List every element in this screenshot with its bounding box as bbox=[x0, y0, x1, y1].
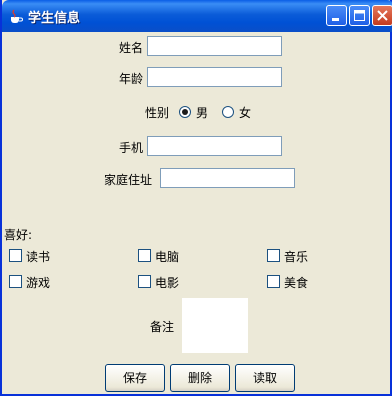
age-label: 年龄 bbox=[119, 72, 144, 86]
minimize-icon bbox=[332, 18, 339, 21]
radio-selected-dot bbox=[182, 109, 188, 115]
address-field[interactable] bbox=[160, 168, 295, 188]
java-cup-icon bbox=[11, 9, 23, 23]
hobby-checkbox-food[interactable] bbox=[267, 275, 280, 288]
gender-female-label[interactable]: 女 bbox=[239, 104, 251, 121]
age-field[interactable] bbox=[147, 67, 282, 87]
hobby-checkbox-games[interactable] bbox=[9, 275, 22, 288]
address-label: 家庭住址 bbox=[104, 173, 153, 187]
form-panel: 姓名 年龄 性别 男 女 手机 家庭住址 喜好: 读书 电脑 音乐 游戏 电影 … bbox=[4, 32, 392, 394]
gender-male-radio[interactable] bbox=[179, 106, 191, 118]
close-icon bbox=[377, 10, 388, 21]
save-button[interactable]: 保存 bbox=[105, 364, 165, 392]
phone-label: 手机 bbox=[119, 141, 144, 155]
read-button[interactable]: 读取 bbox=[235, 364, 295, 392]
student-info-window: 学生信息 姓名 年龄 性别 男 女 手机 家庭住址 喜好: 读书 电脑 音乐 游… bbox=[0, 0, 392, 396]
phone-field[interactable] bbox=[147, 136, 282, 156]
notes-textarea[interactable] bbox=[182, 298, 248, 353]
gender-label: 性别 bbox=[145, 106, 170, 120]
hobbies-label: 喜好: bbox=[4, 228, 33, 242]
hobby-checkbox-reading[interactable] bbox=[9, 249, 22, 262]
notes-label: 备注 bbox=[150, 320, 175, 334]
hobby-checkbox-music[interactable] bbox=[267, 249, 280, 262]
hobby-label-computer[interactable]: 电脑 bbox=[155, 248, 179, 265]
hobby-checkbox-computer[interactable] bbox=[138, 249, 151, 262]
close-button[interactable] bbox=[372, 5, 392, 26]
minimize-button[interactable] bbox=[326, 5, 347, 26]
hobby-checkbox-movies[interactable] bbox=[138, 275, 151, 288]
window-title: 学生信息 bbox=[28, 11, 81, 26]
gender-male-label[interactable]: 男 bbox=[196, 104, 208, 121]
title-bar[interactable]: 学生信息 bbox=[2, 0, 392, 32]
maximize-button[interactable] bbox=[349, 5, 370, 26]
name-field[interactable] bbox=[147, 36, 282, 56]
hobby-label-reading[interactable]: 读书 bbox=[26, 248, 50, 265]
hobby-label-food[interactable]: 美食 bbox=[284, 274, 308, 291]
hobby-label-music[interactable]: 音乐 bbox=[284, 248, 308, 265]
hobby-label-games[interactable]: 游戏 bbox=[26, 274, 50, 291]
name-label: 姓名 bbox=[119, 41, 144, 55]
delete-button[interactable]: 删除 bbox=[170, 364, 230, 392]
hobby-label-movies[interactable]: 电影 bbox=[155, 274, 179, 291]
gender-female-radio[interactable] bbox=[222, 106, 234, 118]
maximize-icon bbox=[354, 10, 365, 21]
